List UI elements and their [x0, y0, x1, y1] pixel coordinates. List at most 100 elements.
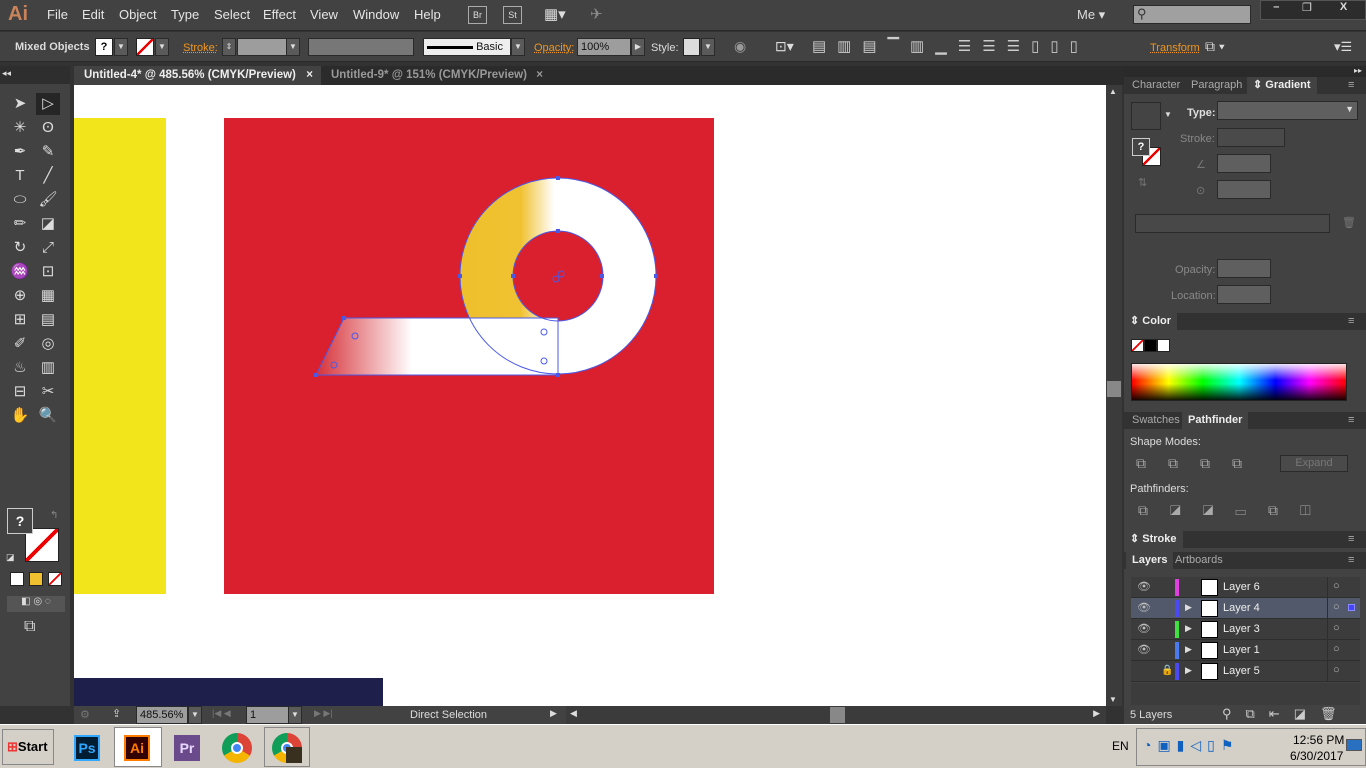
stroke-weight-stepper[interactable]: ⇕: [222, 38, 236, 56]
curvature-tool-icon[interactable]: ✎: [36, 141, 60, 163]
search-input[interactable]: ⚲: [1133, 5, 1251, 24]
workspace-layout-icon[interactable]: ▦▾: [544, 5, 566, 23]
dock-collapse-icon[interactable]: ▸▸: [1124, 66, 1366, 77]
transform-link[interactable]: Transform: [1150, 42, 1200, 54]
start-button[interactable]: ⊞Start: [2, 729, 54, 765]
stroke-swatch[interactable]: [136, 38, 154, 56]
target-icon[interactable]: ○: [1333, 643, 1340, 655]
gpu-performance-icon[interactable]: ✈: [590, 5, 603, 23]
stroke-panel-title[interactable]: ⇕ Stroke: [1124, 531, 1183, 548]
tools-collapse-icon[interactable]: ◂◂: [0, 66, 70, 84]
panel-menu-icon[interactable]: ≡: [1342, 531, 1360, 548]
layer-row[interactable]: 👁 ▶ Layer 1 ○: [1131, 640, 1360, 661]
tray-icons[interactable]: ◔▣▮◁▯⚑: [1143, 737, 1239, 754]
align-to-icon[interactable]: ⊡▾: [775, 38, 794, 55]
slice-tool-icon[interactable]: ✂: [36, 381, 60, 403]
lasso-tool-icon[interactable]: ʘ: [36, 117, 60, 139]
expand-layer-arrow[interactable]: ▶: [1185, 623, 1192, 634]
mesh-tool-icon[interactable]: ⊞: [8, 309, 32, 331]
expand-layer-arrow[interactable]: ▶: [1185, 665, 1192, 676]
share-icon[interactable]: ⇪: [112, 707, 121, 720]
clock-date[interactable]: 6/30/2017: [1290, 749, 1343, 763]
rotate-tool-icon[interactable]: ↻: [8, 237, 32, 259]
menu-select[interactable]: Select: [214, 7, 250, 22]
opacity-field[interactable]: 100%: [577, 38, 631, 56]
white-swatch[interactable]: [1157, 339, 1170, 352]
gradient-stroke-buttons[interactable]: [1217, 128, 1285, 147]
panel-menu-icon[interactable]: ≡: [1342, 313, 1360, 330]
black-swatch[interactable]: [1144, 339, 1157, 352]
artboard-tool-icon[interactable]: ⊟: [8, 381, 32, 403]
menu-edit[interactable]: Edit: [82, 7, 104, 22]
opacity-label[interactable]: Opacity:: [534, 42, 574, 54]
layer-name[interactable]: Layer 3: [1223, 623, 1260, 635]
color-spectrum[interactable]: [1131, 363, 1347, 401]
column-graph-tool-icon[interactable]: ▥: [36, 357, 60, 379]
opacity-arrow[interactable]: ▶: [631, 38, 645, 56]
layer-row[interactable]: 👁 Layer 6 ○: [1131, 577, 1360, 598]
layer-actions[interactable]: ⚲⧉⇤◪🗑: [1222, 706, 1350, 722]
menu-view[interactable]: View: [310, 7, 338, 22]
hand-tool-icon[interactable]: ✋: [8, 405, 32, 427]
premiere-taskbar-icon[interactable]: Pr: [174, 735, 200, 761]
layer-row[interactable]: 👁 ▶ Layer 3 ○: [1131, 619, 1360, 640]
menu-type[interactable]: Type: [171, 7, 199, 22]
layer-row[interactable]: 👁 ▶ Layer 4 ○: [1131, 598, 1360, 619]
visibility-eye-icon[interactable]: 👁: [1137, 622, 1151, 635]
default-colors-icon[interactable]: ◪: [6, 552, 15, 563]
screen-mode-icon[interactable]: ⧉: [24, 618, 35, 636]
color-mode-button[interactable]: [10, 572, 24, 586]
style-dropdown[interactable]: ▼: [701, 38, 715, 56]
menu-window[interactable]: Window: [353, 7, 399, 22]
stroke-label[interactable]: Stroke:: [183, 42, 218, 54]
symbol-sprayer-tool-icon[interactable]: ♨: [8, 357, 32, 379]
layer-name[interactable]: Layer 4: [1223, 602, 1260, 614]
bar-shape[interactable]: [316, 318, 558, 375]
artboard-dropdown[interactable]: ▼: [288, 706, 302, 724]
layer-row[interactable]: 🔒 ▶ Layer 5 ○: [1131, 661, 1360, 682]
visibility-eye-icon[interactable]: 👁: [1137, 580, 1151, 593]
align-buttons[interactable]: ▤▥▤▔▥▁☰☰☰▯▯▯: [812, 37, 1089, 55]
zoom-field[interactable]: 485.56%: [136, 706, 188, 724]
close-tab-icon[interactable]: ×: [306, 66, 313, 85]
delete-stop-icon[interactable]: 🗑: [1342, 216, 1356, 229]
shape-mode-buttons[interactable]: ⧉⧉⧉⧉: [1136, 455, 1264, 472]
artwork[interactable]: [74, 85, 1106, 706]
status-menu-arrow[interactable]: ▶: [550, 708, 557, 719]
gpu-icon[interactable]: ⚙: [80, 708, 90, 721]
stop-opacity-field[interactable]: [1217, 259, 1271, 278]
fill-color-box[interactable]: ?: [7, 508, 33, 534]
close-tab-icon[interactable]: ×: [536, 66, 543, 85]
tab-swatches[interactable]: Swatches: [1126, 412, 1186, 429]
gradient-tool-icon[interactable]: ▤: [36, 309, 60, 331]
fill-swatch[interactable]: ?: [95, 38, 113, 56]
next-last-artboard[interactable]: ▶ ▶|: [314, 708, 333, 719]
scale-tool-icon[interactable]: ⤢: [36, 237, 60, 259]
warp-tool-icon[interactable]: ♒: [8, 261, 32, 283]
chrome-profile-taskbar-icon[interactable]: [272, 733, 302, 763]
target-icon[interactable]: ○: [1333, 601, 1340, 613]
angle-field[interactable]: [1217, 154, 1271, 173]
drawing-modes[interactable]: ◧ ◎ ◌: [7, 596, 65, 612]
ellipse-tool-icon[interactable]: ⬭: [8, 189, 32, 211]
visibility-eye-icon[interactable]: 👁: [1137, 601, 1151, 614]
stroke-weight-dropdown[interactable]: ▼: [286, 38, 300, 56]
tab-gradient[interactable]: ⇕ Gradient: [1247, 77, 1317, 94]
aspect-ratio-field[interactable]: [1217, 180, 1271, 199]
selection-indicator[interactable]: [1348, 604, 1355, 611]
zoom-dropdown[interactable]: ▼: [188, 706, 202, 724]
none-swatch[interactable]: [1131, 339, 1144, 352]
chrome-taskbar-icon[interactable]: [222, 733, 252, 763]
none-mode-button[interactable]: [48, 572, 62, 586]
menu-effect[interactable]: Effect: [263, 7, 296, 22]
reverse-gradient-icon[interactable]: ⇅: [1138, 176, 1147, 189]
artboard-canvas[interactable]: [74, 85, 1106, 706]
expand-layer-arrow[interactable]: ▶: [1185, 644, 1192, 655]
brush-definition[interactable]: Basic: [423, 38, 511, 56]
current-tool-status[interactable]: Direct Selection: [410, 709, 487, 721]
eraser-tool-icon[interactable]: ◪: [36, 213, 60, 235]
pathfinder-buttons[interactable]: ⧉◪◪▭⧉◫: [1138, 502, 1333, 519]
language-indicator[interactable]: EN: [1112, 739, 1129, 753]
free-transform-tool-icon[interactable]: ⊡: [36, 261, 60, 283]
scroll-thumb[interactable]: [1107, 381, 1121, 397]
